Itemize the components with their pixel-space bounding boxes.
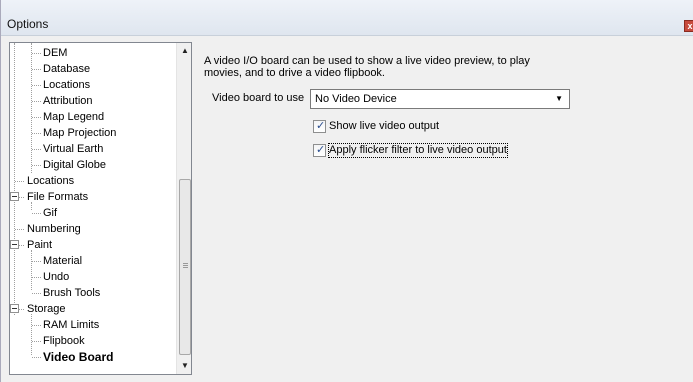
flicker-filter-label[interactable]: Apply flicker filter to live video outpu… <box>328 143 508 158</box>
description-line: movies, and to drive a video flipbook. <box>204 67 385 79</box>
tree-item-numbering[interactable]: Numbering <box>27 221 81 237</box>
tree-connector-line <box>32 149 41 150</box>
window-title: Options <box>7 17 49 31</box>
video-board-label: Video board to use <box>212 92 305 104</box>
tree-connector-line <box>32 261 41 262</box>
scrollbar-grip <box>183 263 188 264</box>
tree-connector-line <box>32 325 41 326</box>
show-live-video-label[interactable]: Show live video output <box>329 120 439 133</box>
scrollbar-grip <box>183 265 188 266</box>
tree-item-undo[interactable]: Undo <box>43 269 69 285</box>
close-button[interactable]: x <box>684 20 693 32</box>
tree-item-file-formats[interactable]: File Formats <box>27 189 88 205</box>
tree-connector-line <box>32 213 41 214</box>
checkmark-icon: ✓ <box>316 120 326 132</box>
tree-connector-line <box>31 43 32 173</box>
show-live-video-checkbox[interactable]: ✓ <box>313 120 326 133</box>
tree-item-map-legend[interactable]: Map Legend <box>43 109 104 125</box>
tree-item-dem[interactable]: DEM <box>43 45 67 61</box>
collapse-icon[interactable] <box>10 304 19 313</box>
tree-connector-line <box>32 357 41 358</box>
tree-item-map-projection[interactable]: Map Projection <box>43 125 116 141</box>
tree-item-ram-limits[interactable]: RAM Limits <box>43 317 99 333</box>
tree-item-virtual-earth[interactable]: Virtual Earth <box>43 141 103 157</box>
collapse-icon[interactable] <box>10 240 19 249</box>
tree-item-brush-tools[interactable]: Brush Tools <box>43 285 100 301</box>
tree-connector-line <box>32 277 41 278</box>
title-bar: Options x <box>1 0 693 36</box>
tree-item-database[interactable]: Database <box>43 61 90 77</box>
tree-connector-line <box>32 117 41 118</box>
tree-item-gif[interactable]: Gif <box>43 205 57 221</box>
flicker-filter-checkbox[interactable]: ✓ <box>313 144 326 157</box>
tree-item-flipbook[interactable]: Flipbook <box>43 333 85 349</box>
tree-item-locations[interactable]: Locations <box>43 77 90 93</box>
description-line: A video I/O board can be used to show a … <box>204 55 530 67</box>
tree-connector-line <box>31 250 32 290</box>
tree-item-digital-globe[interactable]: Digital Globe <box>43 157 106 173</box>
scroll-down-icon[interactable]: ▼ <box>177 358 191 374</box>
checkmark-icon: ✓ <box>316 144 326 156</box>
tree-connector-line <box>15 229 24 230</box>
tree-connector-line <box>14 43 15 315</box>
tree-item-video-board[interactable]: Video Board <box>43 349 113 365</box>
tree-connector-line <box>32 69 41 70</box>
video-board-description: A video I/O board can be used to show a … <box>204 55 564 79</box>
tree-item-material[interactable]: Material <box>43 253 82 269</box>
tree-item-attribution[interactable]: Attribution <box>43 93 93 109</box>
tree-connector-line <box>32 85 41 86</box>
collapse-icon[interactable] <box>10 192 19 201</box>
tree-connector-line <box>32 341 41 342</box>
tree-item-storage[interactable]: Storage <box>27 301 66 317</box>
scrollbar-grip <box>183 267 188 268</box>
options-window: Options x DEM Database Locations Attributio… <box>0 0 693 382</box>
tree-connector-line <box>32 53 41 54</box>
options-tree[interactable]: DEM Database Locations Attribution Map Legen… <box>9 42 192 375</box>
tree-item-paint[interactable]: Paint <box>27 237 52 253</box>
tree-connector-line <box>32 293 41 294</box>
tree-connector-line <box>32 165 41 166</box>
tree-connector-line <box>31 314 32 355</box>
video-board-value: No Video Device <box>315 93 397 105</box>
tree-connector-line <box>15 181 24 182</box>
chevron-down-icon: ▼ <box>555 94 563 103</box>
video-board-select[interactable]: No Video Device ▼ <box>310 89 570 109</box>
scrollbar-thumb[interactable] <box>179 179 191 355</box>
tree-item-locations[interactable]: Locations <box>27 173 74 189</box>
tree-connector-line <box>32 133 41 134</box>
close-icon: x <box>687 21 693 31</box>
tree-scrollbar[interactable]: ▲ ▼ <box>176 43 191 374</box>
tree-connector-line <box>32 101 41 102</box>
scroll-up-icon[interactable]: ▲ <box>177 43 191 59</box>
